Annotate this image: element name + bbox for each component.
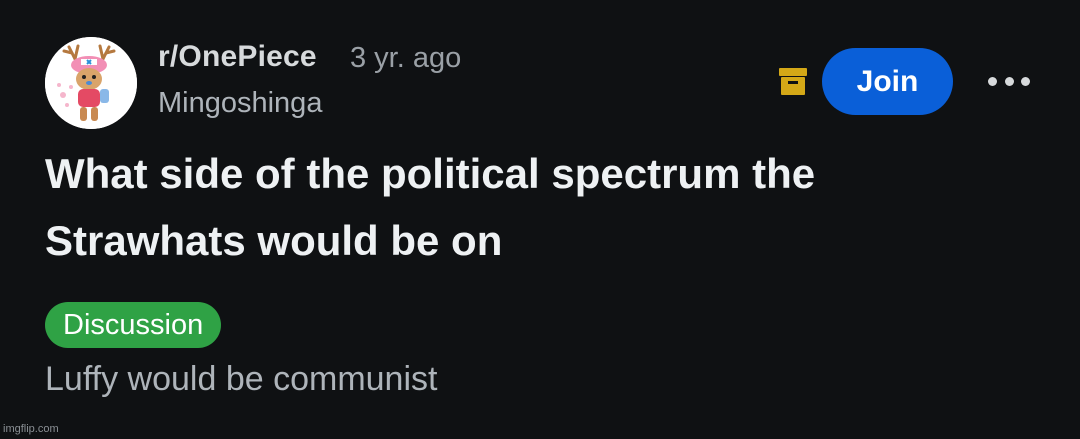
join-button[interactable]: Join <box>822 48 953 115</box>
dot-icon <box>1004 76 1014 86</box>
dot-icon <box>1021 76 1030 86</box>
post-age: 3 yr. ago <box>350 42 462 74</box>
post-author[interactable]: Mingoshinga <box>158 87 322 120</box>
chopper-avatar-image <box>45 37 137 129</box>
post-flair[interactable]: Discussion <box>45 302 222 348</box>
subreddit-avatar[interactable] <box>45 37 137 129</box>
archive-icon <box>778 64 808 98</box>
subreddit-name[interactable]: r/OnePiece <box>158 40 317 74</box>
imgflip-watermark: imgflip.com <box>3 423 59 435</box>
post-body: Luffy would be communist <box>45 360 438 398</box>
reddit-post-card: r/OnePiece 3 yr. ago Mingoshinga Join Wh… <box>0 0 1080 439</box>
post-title[interactable]: What side of the political spectrum the … <box>45 140 965 274</box>
dot-icon <box>988 76 997 86</box>
more-options-icon[interactable] <box>988 71 1030 91</box>
